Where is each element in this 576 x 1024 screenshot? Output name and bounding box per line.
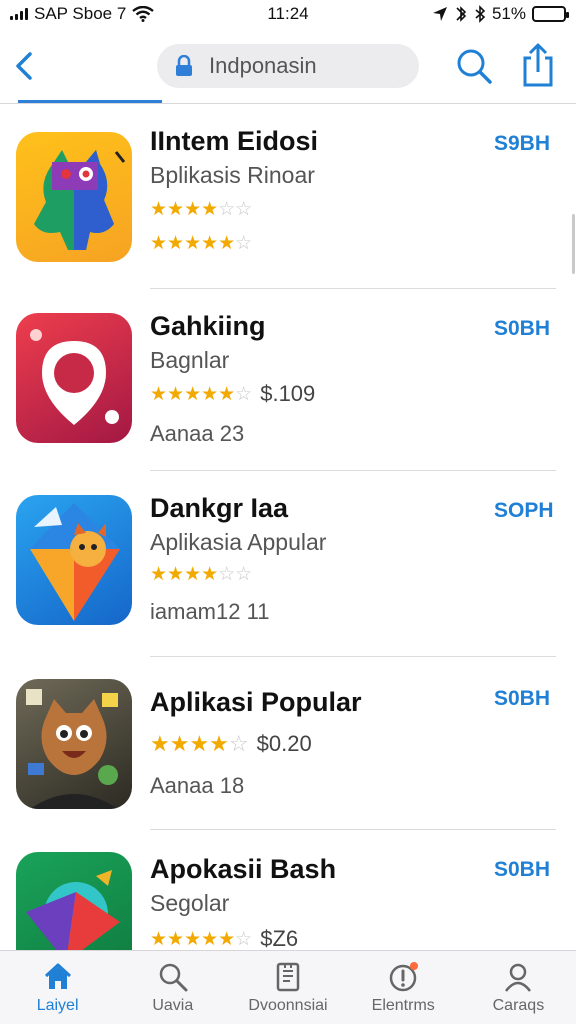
status-left: SAP Sboe 7 bbox=[10, 4, 155, 24]
lock-icon bbox=[176, 55, 192, 76]
battery-icon bbox=[532, 6, 569, 22]
tab-label: Elentrms bbox=[371, 997, 435, 1014]
app-price: $0.20 bbox=[256, 731, 312, 756]
app-meta: iamam12 11 bbox=[150, 599, 270, 624]
rating-row: ★★★★ ☆ $0.20 bbox=[150, 731, 312, 757]
app-row[interactable]: Apokasii Bash Segolar ★★★★★ ☆ $Z6 S0BH bbox=[0, 830, 576, 950]
star-rating: ★★★★ ☆ bbox=[150, 731, 249, 756]
star-rating: ★★★★★ ☆ bbox=[150, 383, 253, 405]
star-rating: ★★★★ ☆☆ bbox=[150, 199, 253, 220]
location-icon bbox=[432, 7, 447, 21]
airdrop-icon bbox=[456, 6, 467, 22]
star-rating: ★★★★★ ☆ bbox=[150, 928, 253, 950]
status-right: 51% bbox=[432, 4, 569, 24]
app-row[interactable]: IIntem Eidosi Bplikasis Rinoar ★★★★ ☆☆ ★★… bbox=[0, 104, 576, 289]
app-icon-location-pin[interactable] bbox=[16, 313, 132, 443]
app-row[interactable]: Gahkiing Bagnlar ★★★★★ ☆ $.109 Aanaa 23 S… bbox=[0, 289, 576, 471]
get-button[interactable]: S0BH bbox=[494, 687, 550, 711]
tab-label: Uavia bbox=[152, 997, 194, 1014]
app-name[interactable]: Aplikasi Popular bbox=[150, 687, 362, 718]
app-icon-owl[interactable] bbox=[16, 132, 132, 262]
app-icon-cartoon-cat[interactable] bbox=[16, 679, 132, 809]
rating-row: ★★★★★ ☆ $.109 bbox=[150, 381, 315, 407]
tab-search[interactable]: Uavia bbox=[115, 951, 230, 1024]
nav-header: Indponasin bbox=[0, 36, 576, 104]
app-meta: Aanaa 23 bbox=[150, 421, 245, 446]
app-icon-fox-kite[interactable] bbox=[16, 495, 132, 625]
star-rating: ★★★★ ☆☆ bbox=[150, 564, 253, 585]
tab-documents[interactable]: Dvoonnsiai bbox=[230, 951, 345, 1024]
get-button[interactable]: SOPH bbox=[494, 499, 554, 523]
app-name[interactable]: Dankgr Iaa bbox=[150, 493, 288, 524]
app-price: $.109 bbox=[260, 381, 316, 406]
cellular-signal-icon bbox=[10, 8, 28, 20]
battery-percent: 51% bbox=[491, 4, 526, 23]
app-row[interactable]: Dankgr Iaa Aplikasia Appular ★★★★ ☆☆ iama… bbox=[0, 471, 576, 657]
tab-home[interactable]: Laiyel bbox=[0, 951, 115, 1024]
status-bar: SAP Sboe 7 11:24 51% bbox=[0, 0, 576, 28]
carrier-label: SAP Sboe 7 bbox=[34, 4, 127, 23]
app-icon-rocket[interactable] bbox=[16, 852, 132, 950]
tab-label: Laiyel bbox=[36, 997, 79, 1014]
tab-alerts[interactable]: Elentrms bbox=[346, 951, 461, 1024]
app-name[interactable]: IIntem Eidosi bbox=[150, 126, 318, 157]
app-meta: Aanaa 18 bbox=[150, 773, 245, 798]
tab-bar: Laiyel Uavia Dvoonnsiai Elentrms Caraqs bbox=[0, 950, 576, 1024]
scroll-indicator[interactable] bbox=[572, 214, 575, 274]
share-icon[interactable] bbox=[518, 42, 558, 88]
search-field[interactable]: Indponasin bbox=[157, 44, 419, 88]
search-icon[interactable] bbox=[454, 46, 494, 86]
app-price: $Z6 bbox=[260, 926, 299, 950]
bluetooth-icon bbox=[475, 5, 486, 23]
get-button[interactable]: S9BH bbox=[494, 132, 550, 156]
rating-row: ★★★★ ☆☆ bbox=[150, 198, 252, 221]
app-category: Bplikasis Rinoar bbox=[150, 162, 315, 188]
star-rating: ★★★★★ ☆ bbox=[150, 233, 253, 254]
tab-label: Dvoonnsiai bbox=[248, 997, 328, 1014]
app-name[interactable]: Gahkiing bbox=[150, 311, 266, 342]
app-category: Aplikasia Appular bbox=[150, 529, 327, 555]
app-category: Bagnlar bbox=[150, 347, 230, 373]
tab-label: Caraqs bbox=[492, 997, 545, 1014]
app-name[interactable]: Apokasii Bash bbox=[150, 854, 336, 885]
app-row[interactable]: Aplikasi Popular ★★★★ ☆ $0.20 Aanaa 18 S0… bbox=[0, 657, 576, 837]
rating-row-2: ★★★★★ ☆ bbox=[150, 232, 252, 255]
home-icon bbox=[44, 963, 71, 989]
search-field-text: Indponasin bbox=[209, 53, 317, 78]
document-icon bbox=[276, 962, 300, 992]
search-icon bbox=[159, 963, 188, 992]
wifi-icon bbox=[132, 6, 155, 22]
alert-icon bbox=[389, 962, 419, 992]
app-category: Segolar bbox=[150, 890, 230, 916]
get-button[interactable]: S0BH bbox=[494, 858, 550, 882]
rating-row: ★★★★★ ☆ $Z6 bbox=[150, 926, 298, 950]
app-list[interactable]: IIntem Eidosi Bplikasis Rinoar ★★★★ ☆☆ ★★… bbox=[0, 104, 576, 950]
back-chevron-icon[interactable] bbox=[8, 46, 44, 86]
person-icon bbox=[505, 963, 532, 992]
tab-profile[interactable]: Caraqs bbox=[461, 951, 576, 1024]
rating-row: ★★★★ ☆☆ bbox=[150, 563, 252, 586]
get-button[interactable]: S0BH bbox=[494, 317, 550, 341]
